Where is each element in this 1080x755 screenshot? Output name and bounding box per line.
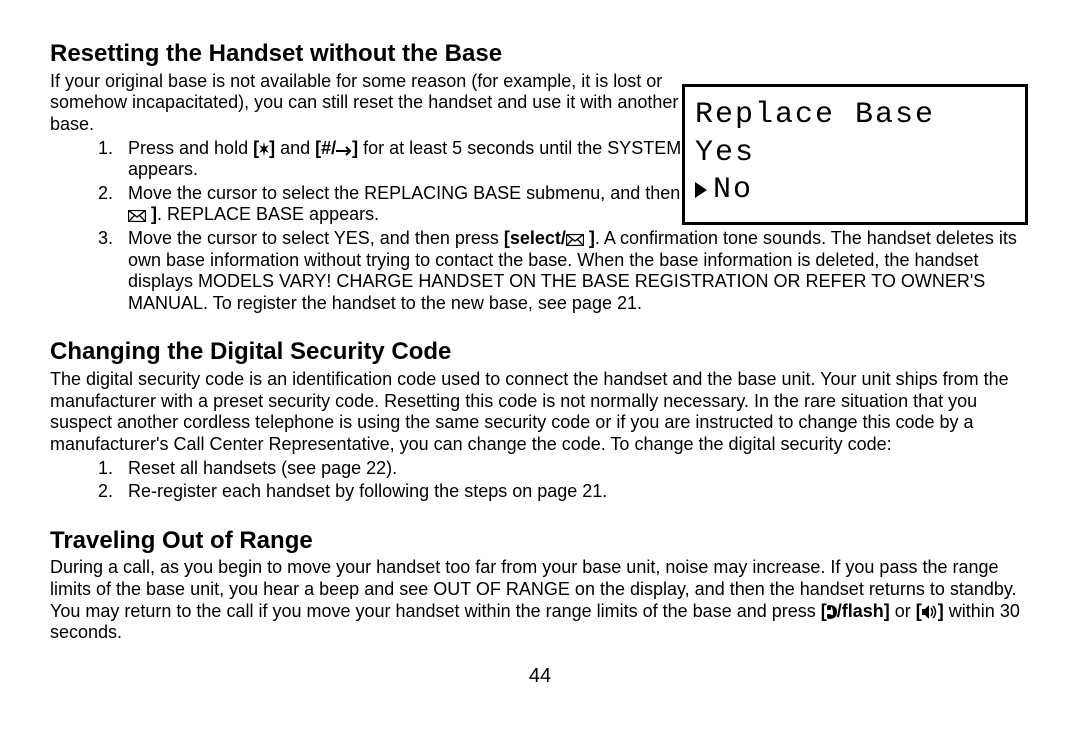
step-1-text-a: Press and hold bbox=[128, 138, 253, 158]
intro-text: If your original base is not available f… bbox=[50, 71, 690, 136]
envelope-icon bbox=[566, 234, 584, 246]
envelope-icon bbox=[128, 210, 146, 222]
right-arrow-icon bbox=[336, 146, 352, 156]
speaker-icon bbox=[922, 605, 938, 619]
lcd-line-3: No bbox=[695, 172, 1017, 210]
lcd-display: Replace Base Yes No bbox=[682, 84, 1028, 225]
cursor-icon bbox=[695, 182, 707, 198]
security-code-para: The digital security code is an identifi… bbox=[50, 369, 1030, 455]
star-key-icon bbox=[259, 142, 269, 156]
step-1-text-b: and bbox=[275, 138, 315, 158]
key-select-close-2: ] bbox=[584, 228, 595, 248]
key-select-close-1: ] bbox=[146, 204, 157, 224]
sec-step-2: Re-register each handset by following th… bbox=[118, 481, 1030, 503]
key-select-open-2: [select/ bbox=[504, 228, 566, 248]
heading-security-code: Changing the Digital Security Code bbox=[50, 338, 1030, 367]
page-number: 44 bbox=[50, 664, 1030, 688]
lcd-line-3-text: No bbox=[713, 173, 753, 207]
lcd-line-2: Yes bbox=[695, 135, 1017, 173]
steps-security-code: Reset all handsets (see page 22). Re-reg… bbox=[50, 458, 1030, 503]
out-of-range-para: During a call, as you begin to move your… bbox=[50, 557, 1030, 643]
oor-text-b: or bbox=[890, 601, 916, 621]
phone-handset-icon bbox=[827, 605, 837, 619]
key-talk-flash: /flash] bbox=[837, 601, 890, 621]
key-hash-open: [#/ bbox=[315, 138, 336, 158]
step-2-text-a: Move the cursor to select the REPLACING … bbox=[128, 183, 729, 203]
sec-step-1: Reset all handsets (see page 22). bbox=[118, 458, 1030, 480]
step-3: Move the cursor to select YES, and then … bbox=[118, 228, 1030, 314]
step-3-text-a: Move the cursor to select YES, and then … bbox=[128, 228, 504, 248]
lcd-line-1: Replace Base bbox=[695, 97, 1017, 135]
heading-resetting-handset: Resetting the Handset without the Base bbox=[50, 40, 1030, 69]
heading-out-of-range: Traveling Out of Range bbox=[50, 527, 1030, 556]
step-2-text-c: . REPLACE BASE appears. bbox=[157, 204, 379, 224]
